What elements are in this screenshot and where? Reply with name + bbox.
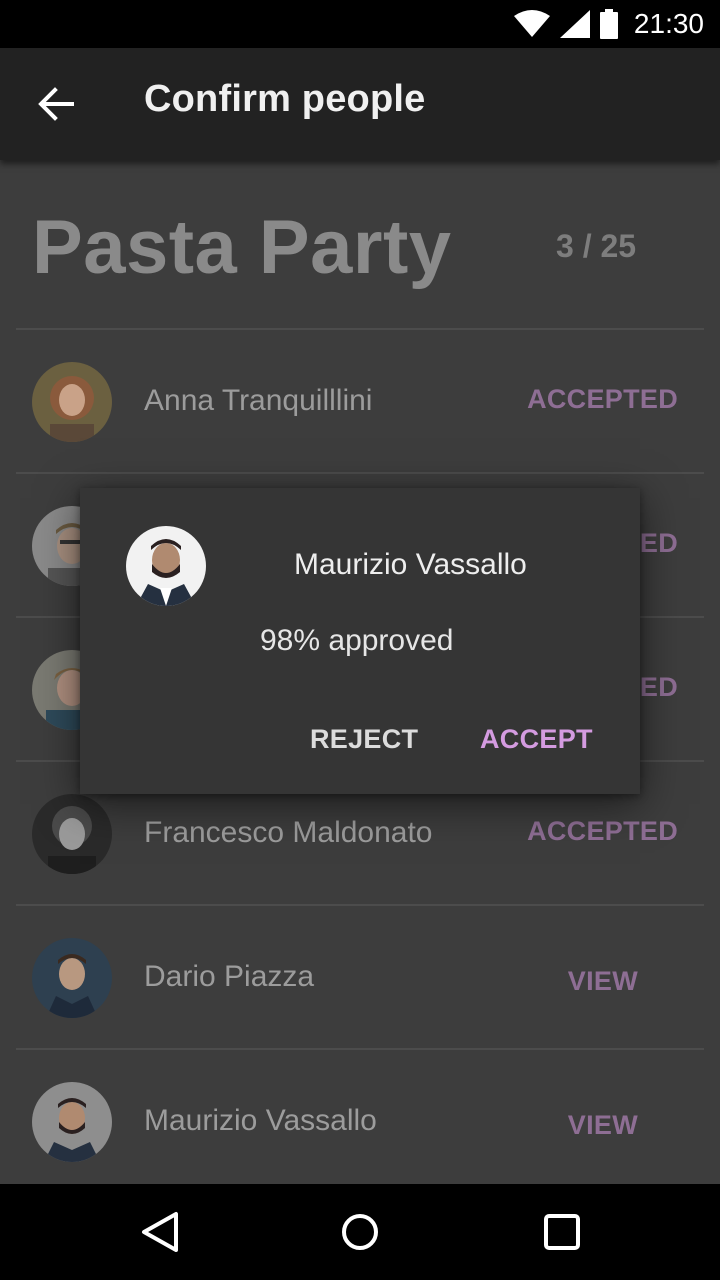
back-button[interactable] (24, 76, 88, 132)
circle-home-icon (342, 1214, 378, 1250)
list-item[interactable]: Dario Piazza VIEW (16, 904, 704, 1048)
approval-dialog: Maurizio Vassallo 98% approved REJECT AC… (80, 488, 640, 794)
person-name: Francesco Maldonato (144, 816, 433, 849)
app-bar: Confirm people (0, 48, 720, 160)
dialog-person-name: Maurizio Vassallo (294, 548, 527, 581)
event-count: 3 / 25 (556, 228, 637, 264)
accept-button[interactable]: ACCEPT (480, 724, 593, 755)
view-button[interactable]: VIEW (568, 1110, 638, 1141)
arrow-left-icon (38, 87, 74, 121)
triangle-back-icon (142, 1212, 178, 1252)
person-name: Maurizio Vassallo (144, 1104, 377, 1137)
battery-icon (599, 9, 618, 39)
nav-home-button[interactable] (336, 1208, 384, 1256)
avatar (126, 526, 206, 606)
avatar (32, 938, 112, 1018)
person-name: Dario Piazza (144, 960, 315, 993)
approval-percentage: 98% approved (260, 624, 454, 657)
nav-recents-button[interactable] (538, 1208, 586, 1256)
person-name: Anna Tranquilllini (144, 384, 373, 417)
status-bar: 21:30 (0, 0, 720, 48)
avatar (32, 362, 112, 442)
status-accepted-button[interactable]: ACCEPTED (527, 816, 678, 847)
status-time: 21:30 (633, 8, 704, 39)
avatar (32, 794, 112, 874)
wifi-icon (513, 10, 550, 37)
cell-signal-icon (559, 10, 590, 38)
view-button[interactable]: VIEW (568, 966, 638, 997)
status-icons: 21:30 (513, 6, 704, 42)
avatar (32, 1082, 112, 1162)
reject-button[interactable]: REJECT (310, 724, 418, 755)
event-title: Pasta Party (32, 205, 452, 290)
status-accepted-button[interactable]: ACCEPTED (527, 384, 678, 415)
list-item[interactable]: Maurizio Vassallo VIEW (16, 1048, 704, 1184)
square-recents-icon (544, 1214, 580, 1250)
list-item[interactable]: Anna Tranquilllini ACCEPTED (16, 328, 704, 472)
nav-back-button[interactable] (136, 1208, 184, 1256)
page-title: Confirm people (144, 78, 426, 120)
system-nav-bar (0, 1184, 720, 1280)
